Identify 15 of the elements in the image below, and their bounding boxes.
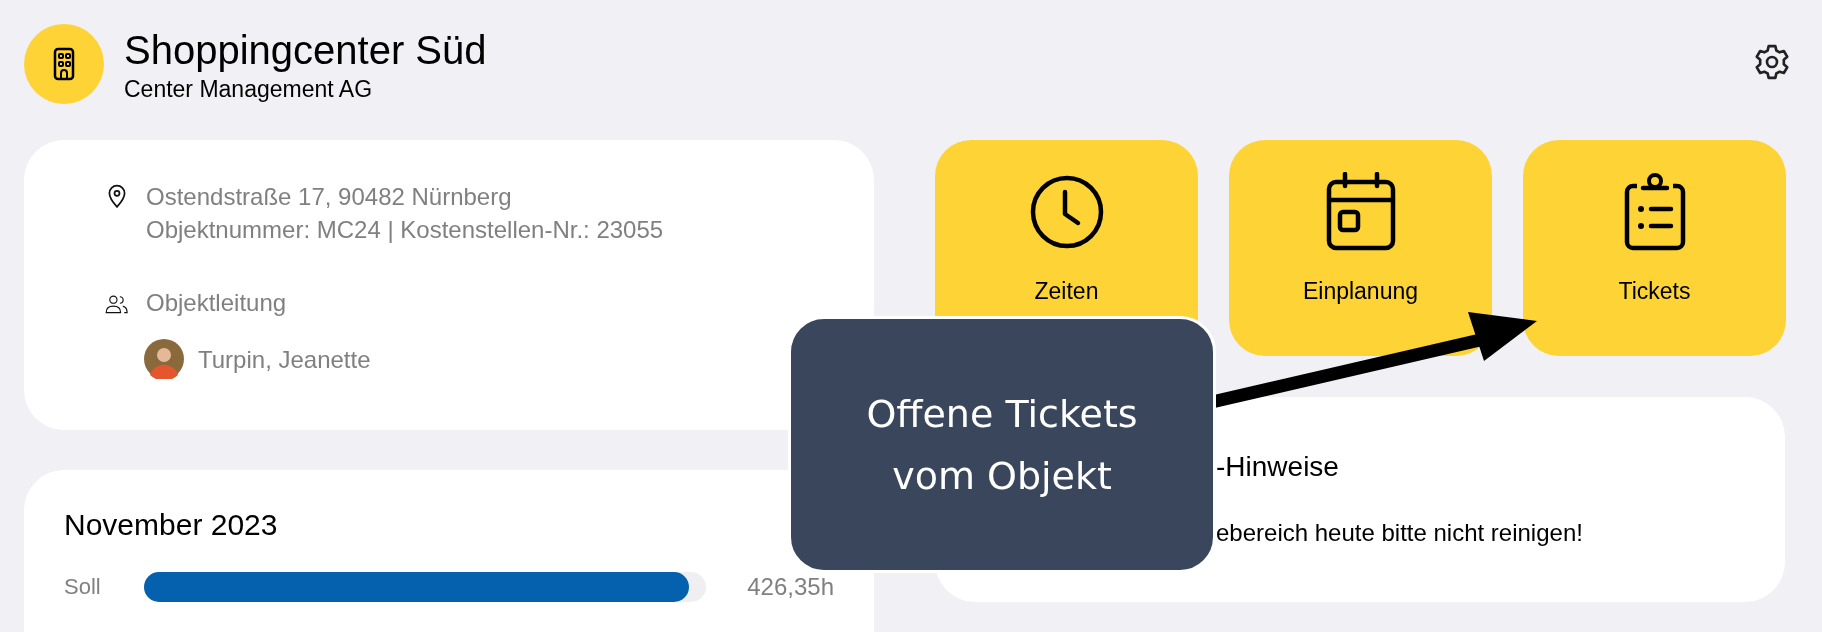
manager-name: Turpin, Jeanette [198, 344, 371, 375]
object-details-text: Objektnummer: MC24 | Kostenstellen-Nr.: 23055 [146, 215, 664, 245]
month-title: November 2023 [64, 508, 279, 542]
tile-button[interactable]: Einplanung [1229, 140, 1492, 356]
hours-reading: 426,35h [747, 573, 834, 601]
notice-text: ebereich heute bitte nicht reinigen! [1216, 519, 1584, 547]
tile-button[interactable]: Tickets [1523, 140, 1786, 356]
tooltip: Offene Tickets vom Objekt [788, 316, 1216, 573]
manager-label: Objektleitung [146, 288, 287, 318]
avatar [144, 339, 184, 379]
bar-label: Soll [64, 574, 102, 600]
address-text: Ostendstraße 17, 90482 Nürnberg [146, 182, 513, 212]
object-title: Shoppingcenter Süd [124, 26, 488, 74]
company-name: Center Management AG [124, 75, 374, 103]
notice-title: -Hinweise [1216, 451, 1340, 483]
